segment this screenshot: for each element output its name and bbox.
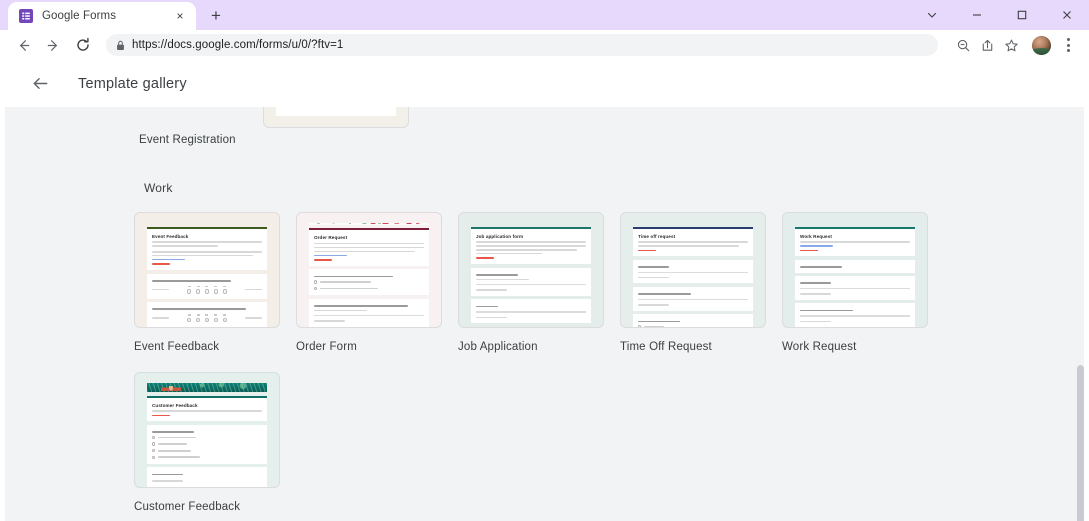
- template-grid-row-2: Customer Feedback Customer Feedback: [134, 372, 280, 513]
- thumbnail-section-block: [795, 259, 915, 273]
- thumbnail-question-block: [471, 267, 591, 296]
- maximize-icon[interactable]: [999, 0, 1044, 30]
- thumbnail-title-block: Work Request: [795, 226, 915, 257]
- floral-banner: [309, 223, 429, 225]
- template-card-event-feedback[interactable]: Event Feedback: [134, 212, 280, 328]
- thumbnail-question-block-2: [795, 303, 915, 327]
- thumbnail-title-block: Order Request: [309, 228, 429, 266]
- thumbnail-form-title: Customer Feedback: [152, 402, 198, 408]
- share-icon[interactable]: [976, 34, 998, 56]
- template-item-order-form[interactable]: Order Request Order Form: [296, 212, 442, 353]
- template-item-work-request[interactable]: Work Request Work Request: [782, 212, 928, 353]
- template-gallery-scroll-area: Event Registration Work Event Feedback E…: [5, 107, 1084, 521]
- thumbnail-question-block: [795, 276, 915, 300]
- profile-avatar[interactable]: [1032, 35, 1051, 55]
- page-content: Template gallery Event Registration Work: [0, 60, 1089, 521]
- template-card-customer-feedback[interactable]: Customer Feedback: [134, 372, 280, 488]
- template-label-job-application: Job Application: [458, 341, 538, 353]
- template-label-time-off-request: Time Off Request: [620, 341, 712, 353]
- thumbnail-partial-block: [276, 107, 396, 116]
- vertical-scrollbar[interactable]: [1074, 107, 1086, 521]
- back-arrow-icon[interactable]: [22, 66, 58, 102]
- window-controls: [909, 0, 1089, 30]
- thumbnail-question-block-2: [147, 302, 267, 327]
- thumbnail-form-title: Order Request: [314, 235, 348, 241]
- template-item-event-feedback[interactable]: Event Feedback Event Feedback: [134, 212, 280, 353]
- template-item-job-application[interactable]: Job application form Job Application: [458, 212, 604, 353]
- template-label-work-request: Work Request: [782, 341, 857, 353]
- template-grid-row-1: Event Feedback Event Feedback Order Requ…: [134, 212, 928, 353]
- thumbnail-question-block-3: [633, 314, 753, 327]
- template-card-time-off-request[interactable]: Time off request: [620, 212, 766, 328]
- address-bar[interactable]: https://docs.google.com/forms/u/0/?ftv=1: [106, 34, 938, 56]
- browser-window: Google Forms × + https://docs.google.com…: [0, 0, 1089, 521]
- template-label-event-feedback: Event Feedback: [134, 341, 220, 353]
- back-button[interactable]: [10, 32, 36, 58]
- template-card-order-form[interactable]: Order Request: [296, 212, 442, 328]
- thumbnail-question-block-2: [471, 299, 591, 324]
- tab-strip-left-padding: [0, 0, 8, 30]
- tab-close-icon[interactable]: ×: [172, 8, 188, 24]
- template-item-customer-feedback[interactable]: Customer Feedback Customer Feedback: [134, 372, 280, 513]
- url-text: https://docs.google.com/forms/u/0/?ftv=1: [132, 39, 344, 51]
- template-label-order-form: Order Form: [296, 341, 357, 353]
- thumbnail-question-block-3: [471, 326, 591, 327]
- lock-icon: [116, 40, 125, 51]
- thumbnail-title-block: Job application form: [471, 226, 591, 265]
- template-label-event-registration: Event Registration: [139, 134, 236, 146]
- reload-button[interactable]: [70, 32, 96, 58]
- thumbnail-title-block: Time off request: [633, 226, 753, 257]
- thumbnail-question-block: [633, 259, 753, 284]
- bookmark-star-icon[interactable]: [1000, 34, 1022, 56]
- template-card-job-application[interactable]: Job application form: [458, 212, 604, 328]
- thumbnail-form-title: Job application form: [476, 233, 524, 239]
- thumbnail-question-block-2: [309, 298, 429, 327]
- thumbnail-title-block: Event Feedback: [147, 226, 267, 271]
- tab-strip: Google Forms × +: [0, 0, 1089, 30]
- minimize-all-icon[interactable]: [909, 0, 954, 30]
- thumbnail-question-block-2: [633, 286, 753, 311]
- tropical-illustration-banner: [147, 383, 267, 393]
- omnibox-actions: [952, 32, 1081, 58]
- browser-tab-google-forms[interactable]: Google Forms ×: [8, 2, 196, 30]
- forward-button[interactable]: [40, 32, 66, 58]
- thumbnail-question-block-2: [147, 467, 267, 487]
- thumbnail-question-block: [147, 273, 267, 299]
- template-item-time-off-request[interactable]: Time off request Time Off Request: [620, 212, 766, 353]
- thumbnail-form-title: Time off request: [638, 233, 676, 239]
- thumbnail-question-block: [147, 424, 267, 464]
- thumbnail-title-block: Customer Feedback: [147, 395, 267, 422]
- close-window-icon[interactable]: [1044, 0, 1089, 30]
- scrollbar-thumb[interactable]: [1077, 365, 1084, 521]
- new-tab-button[interactable]: +: [202, 1, 230, 29]
- template-card-event-registration[interactable]: [263, 107, 409, 128]
- browser-toolbar: https://docs.google.com/forms/u/0/?ftv=1: [0, 30, 1089, 60]
- three-dot-menu-icon[interactable]: [1057, 32, 1079, 58]
- template-label-customer-feedback: Customer Feedback: [134, 501, 241, 513]
- tab-title: Google Forms: [42, 10, 117, 22]
- section-title-work: Work: [144, 181, 173, 195]
- zoom-out-icon[interactable]: [952, 34, 974, 56]
- forms-header: Template gallery: [0, 60, 1089, 107]
- thumbnail-question-block: [309, 269, 429, 296]
- page-title: Template gallery: [78, 75, 187, 92]
- google-forms-icon: [18, 8, 33, 24]
- thumbnail-form-title: Work Request: [800, 233, 833, 239]
- minimize-icon[interactable]: [954, 0, 999, 30]
- thumbnail-form-title: Event Feedback: [152, 233, 189, 239]
- template-card-work-request[interactable]: Work Request: [782, 212, 928, 328]
